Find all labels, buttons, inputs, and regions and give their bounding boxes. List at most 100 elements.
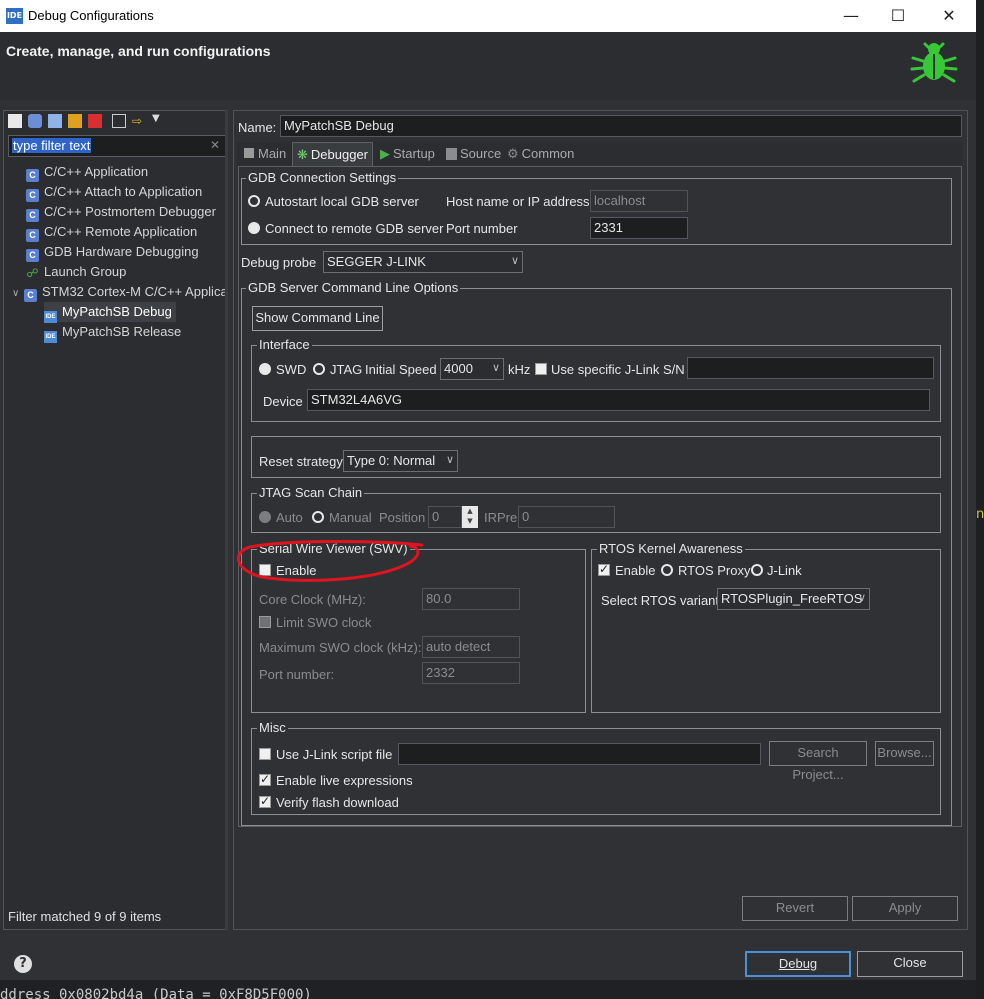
view-menu-icon[interactable]: ▼ — [152, 113, 160, 124]
tree-item[interactable]: C C/C++ Attach to Application — [26, 182, 202, 202]
tree-item[interactable]: ☍ Launch Group — [26, 262, 126, 282]
manual-label: Manual — [329, 510, 372, 525]
filter-icon[interactable]: ⇨ — [132, 114, 146, 128]
tree-item[interactable]: C GDB Hardware Debugging — [26, 242, 199, 262]
remote-radio[interactable] — [248, 222, 260, 234]
apply-button[interactable]: Apply — [852, 896, 958, 921]
chevron-down-icon[interactable]: ∨ — [12, 284, 24, 304]
tab-main[interactable]: Main — [240, 142, 290, 166]
chevron-down-icon: ∨ — [491, 362, 500, 374]
new-config-icon[interactable] — [8, 114, 22, 128]
name-input[interactable]: MyPatchSB Debug — [280, 115, 962, 137]
jtag-chain-title: JTAG Scan Chain — [257, 485, 365, 500]
gdb-connection-title: GDB Connection Settings — [246, 170, 399, 185]
tab-common[interactable]: ⚙ Common — [505, 142, 576, 166]
export-icon[interactable] — [48, 114, 62, 128]
tree-item[interactable]: C C/C++ Postmortem Debugger — [26, 202, 216, 222]
close-window-button[interactable]: ✕ — [926, 0, 972, 32]
tab-debugger[interactable]: ❋ Debugger — [292, 142, 374, 166]
live-expressions-label: Enable live expressions — [276, 773, 413, 788]
tree-item[interactable]: C C/C++ Remote Application — [26, 222, 197, 242]
tree-item[interactable]: C C/C++ Application — [26, 162, 148, 182]
rtos-enable-label: Enable — [615, 563, 656, 578]
host-input[interactable]: localhost — [590, 190, 688, 212]
script-checkbox[interactable] — [259, 748, 271, 760]
debug-button[interactable]: Debug — [745, 951, 851, 977]
show-command-line-button[interactable]: Show Command Line — [252, 306, 383, 331]
scrollbar[interactable] — [225, 110, 228, 930]
max-swo-label: Maximum SWO clock (kHz): — [259, 640, 422, 655]
delete-icon[interactable] — [88, 114, 102, 128]
jtag-radio[interactable] — [313, 363, 325, 375]
swd-label: SWD — [276, 362, 307, 377]
minimize-button[interactable]: — — [828, 0, 874, 32]
chevron-down-icon: ∨ — [445, 454, 454, 466]
duplicate-icon[interactable] — [68, 114, 82, 128]
rtos-variant-select[interactable]: RTOSPlugin_FreeRTOS ∨ — [717, 588, 870, 610]
tree-item[interactable]: IDE MyPatchSB Release — [44, 322, 181, 343]
rtos-enable-checkbox[interactable] — [598, 562, 610, 576]
app-icon: IDE — [6, 8, 23, 24]
clear-filter-icon[interactable]: ✕ — [210, 138, 220, 152]
auto-radio[interactable] — [259, 511, 271, 523]
tab-source[interactable]: Source — [444, 142, 503, 166]
collapse-all-icon[interactable] — [112, 114, 126, 128]
cpp-app-icon: C — [26, 169, 39, 182]
tab-startup[interactable]: ▶ Startup — [378, 142, 437, 166]
manual-radio[interactable] — [312, 511, 324, 523]
autostart-radio[interactable] — [248, 195, 260, 207]
script-input[interactable] — [398, 743, 761, 765]
position-spinner[interactable]: ▲ ▼ — [462, 506, 478, 528]
browse-button[interactable]: Browse... — [875, 741, 934, 766]
chevron-down-icon: ∨ — [857, 592, 866, 604]
sn-input[interactable] — [687, 357, 934, 379]
background-edge: n — [976, 0, 984, 999]
new-prototype-icon[interactable] — [28, 114, 42, 128]
host-label: Host name or IP address — [446, 194, 590, 209]
speed-select[interactable]: 4000 ∨ — [440, 358, 504, 380]
core-clock-input[interactable]: 80.0 — [422, 588, 520, 610]
dialog-header: Create, manage, and run configurations — [0, 32, 976, 100]
maximize-button[interactable]: ☐ — [875, 0, 921, 32]
rtos-jlink-label: J-Link — [767, 563, 802, 578]
reset-select[interactable]: Type 0: Normal ∨ — [343, 450, 458, 472]
port-input[interactable]: 2331 — [590, 217, 688, 239]
search-project-button[interactable]: Search Project... — [769, 741, 867, 782]
cpp-app-icon: C — [26, 189, 39, 202]
title-bar: IDE Debug Configurations — ☐ ✕ — [0, 0, 976, 32]
server-options-title: GDB Server Command Line Options — [246, 280, 461, 295]
header-title: Create, manage, and run configurations — [6, 43, 271, 59]
close-button[interactable]: Close — [857, 951, 963, 977]
revert-button[interactable]: Revert — [742, 896, 848, 921]
tree-item-selected[interactable]: IDE MyPatchSB Debug — [44, 302, 176, 323]
live-expressions-checkbox[interactable] — [259, 772, 271, 786]
play-icon: ▶ — [380, 146, 390, 161]
filter-input[interactable]: type filter text ✕ — [8, 135, 226, 157]
device-label: Device — [263, 394, 303, 409]
help-icon[interactable]: ? — [14, 955, 32, 973]
verify-flash-checkbox[interactable] — [259, 794, 271, 808]
rtos-jlink-radio[interactable] — [751, 564, 763, 576]
swv-port-input[interactable]: 2332 — [422, 662, 520, 684]
irpre-input[interactable]: 0 — [518, 506, 615, 528]
device-input[interactable]: STM32L4A6VG — [307, 389, 930, 411]
source-tab-icon — [446, 148, 457, 160]
swd-radio[interactable] — [259, 363, 271, 375]
tree-item[interactable]: ∨ C STM32 Cortex-M C/C++ Applica — [12, 282, 228, 302]
specific-sn-checkbox[interactable] — [535, 363, 547, 375]
jtag-label: JTAG — [330, 362, 363, 377]
script-label: Use J-Link script file — [276, 747, 393, 762]
khz-label: kHz — [508, 362, 531, 377]
position-input[interactable]: 0 — [428, 506, 462, 528]
window-title: Debug Configurations — [28, 8, 154, 23]
filter-status: Filter matched 9 of 9 items — [8, 909, 162, 924]
max-swo-input[interactable]: auto detect — [422, 636, 520, 658]
reset-label: Reset strategy — [259, 454, 343, 469]
debugger-tab-icon: ❋ — [297, 147, 308, 162]
rtos-proxy-radio[interactable] — [661, 564, 673, 576]
launch-group-icon: ☍ — [26, 266, 39, 280]
limit-swo-label: Limit SWO clock — [276, 615, 372, 630]
gear-icon: ⚙ — [507, 146, 519, 161]
probe-select[interactable]: SEGGER J-LINK ∨ — [323, 251, 523, 273]
limit-swo-checkbox[interactable] — [259, 616, 271, 628]
